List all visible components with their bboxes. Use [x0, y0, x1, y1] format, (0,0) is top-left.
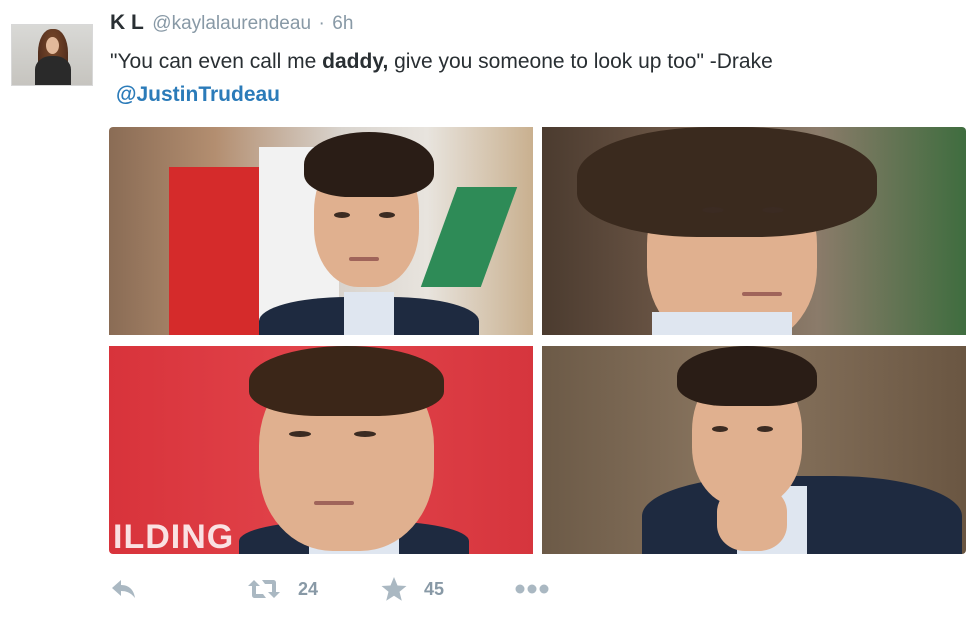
- retweet-icon: [246, 577, 282, 601]
- sign-text: ILDING: [113, 518, 235, 554]
- person-hair: [577, 127, 877, 237]
- person-mouth: [742, 292, 782, 296]
- photo-2[interactable]: [542, 127, 966, 335]
- person-shirt: [652, 312, 792, 335]
- tweet-timestamp[interactable]: 6h: [332, 13, 353, 34]
- header-separator: ·: [318, 13, 325, 34]
- retweet-button[interactable]: 24: [246, 573, 318, 605]
- person-eye: [354, 431, 376, 437]
- star-icon: [380, 575, 408, 603]
- avatar-face: [46, 37, 59, 54]
- person-mouth: [314, 501, 354, 505]
- photo-1[interactable]: [109, 127, 533, 335]
- person-hair: [677, 346, 817, 406]
- photo-grid: ILDING: [109, 127, 966, 554]
- person-hand: [717, 486, 787, 551]
- mention-link[interactable]: @JustinTrudeau: [116, 83, 280, 106]
- retweet-count: 24: [298, 578, 319, 599]
- person-eye: [757, 426, 773, 432]
- author-username[interactable]: @kaylalaurendeau: [152, 13, 311, 34]
- person-eye: [762, 207, 784, 213]
- person-mouth: [349, 257, 379, 261]
- tweet-text-after: give you someone to look up too" -Drake: [388, 50, 773, 73]
- person-eye: [702, 207, 724, 213]
- photo-4[interactable]: [542, 346, 966, 554]
- flag-green-band: [420, 187, 518, 287]
- avatar[interactable]: [11, 24, 93, 86]
- favorite-count: 45: [424, 578, 445, 599]
- reply-icon: [110, 578, 138, 600]
- person-eye: [712, 426, 728, 432]
- tweet: K L @kaylalaurendeau · 6h "You can even …: [0, 0, 980, 621]
- person-shirt: [344, 292, 394, 335]
- tweet-header: K L @kaylalaurendeau · 6h: [110, 11, 353, 37]
- tweet-text: "You can even call me daddy, give you so…: [110, 45, 970, 111]
- person-eye: [289, 431, 311, 437]
- person-eye: [334, 212, 350, 218]
- person-hair: [304, 132, 434, 197]
- tweet-text-before: "You can even call me: [110, 50, 323, 73]
- avatar-body: [35, 56, 71, 85]
- person-eye: [379, 212, 395, 218]
- flag-red-band: [169, 167, 259, 335]
- tweet-text-bold: daddy,: [322, 50, 389, 73]
- reply-button[interactable]: [110, 573, 138, 605]
- photo-3[interactable]: ILDING: [109, 346, 533, 554]
- author-fullname[interactable]: K L: [110, 11, 144, 34]
- person-hair: [249, 346, 444, 416]
- more-button[interactable]: [514, 573, 550, 605]
- favorite-button[interactable]: 45: [380, 573, 444, 605]
- more-icon: [514, 583, 550, 595]
